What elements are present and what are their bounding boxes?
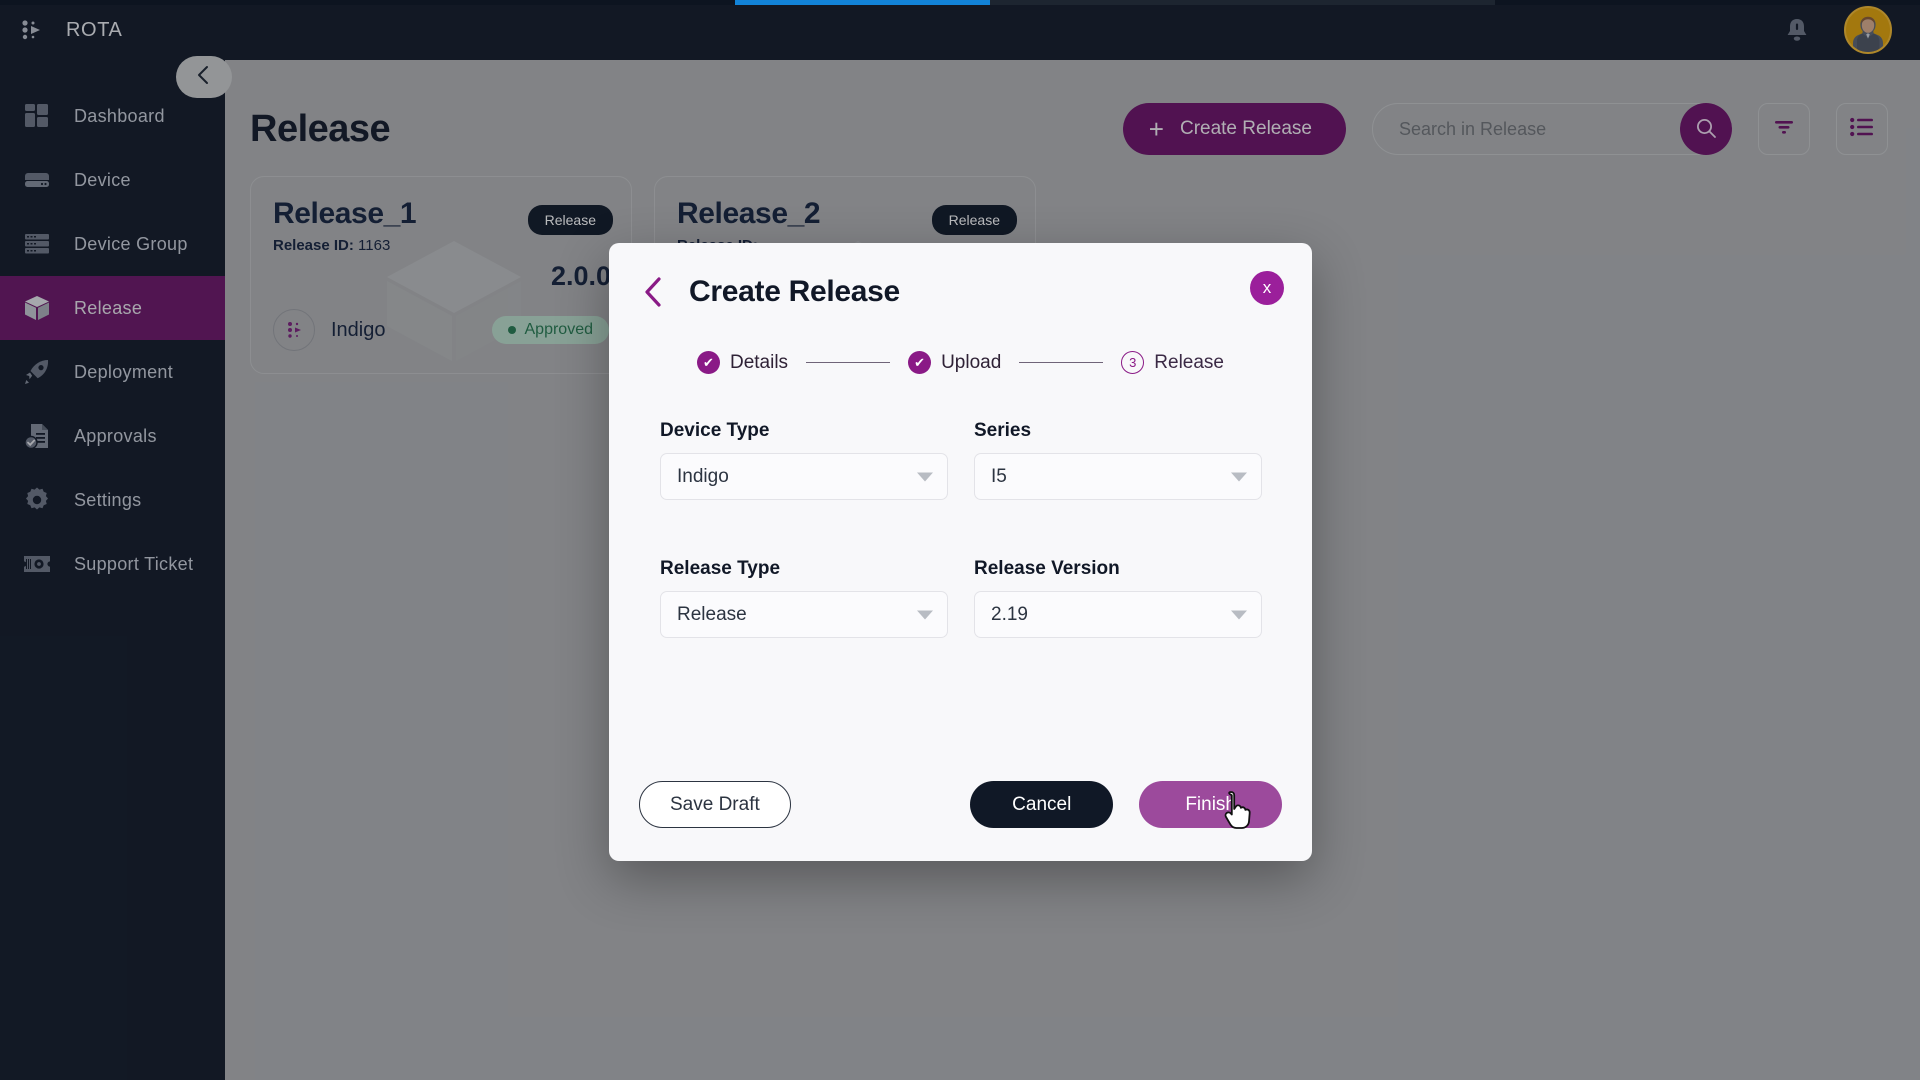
- save-draft-button[interactable]: Save Draft: [639, 781, 791, 828]
- step-marker-icon: 3: [1121, 351, 1144, 374]
- release-version-select[interactable]: 2.19: [974, 591, 1262, 638]
- release-type-value: Release: [677, 604, 747, 626]
- modal-back-button[interactable]: [639, 275, 669, 309]
- field-label: Release Version: [974, 558, 1262, 580]
- chevron-down-icon: [917, 610, 933, 619]
- loading-progress: [735, 0, 990, 5]
- field-label: Series: [974, 420, 1262, 442]
- field-series: Series I5: [974, 420, 1262, 500]
- finish-button[interactable]: Finish: [1139, 781, 1282, 828]
- step-label: Upload: [941, 352, 1001, 374]
- create-release-form: Device Type Indigo Series I5 Release Typ…: [609, 374, 1312, 638]
- step-release[interactable]: 3 Release: [1121, 351, 1224, 374]
- series-value: I5: [991, 466, 1007, 488]
- form-row-gap: [660, 512, 1262, 546]
- modal-header: Create Release x: [609, 243, 1312, 309]
- field-label: Release Type: [660, 558, 948, 580]
- chevron-down-icon: [1231, 472, 1247, 481]
- step-marker-icon: ✔: [908, 351, 931, 374]
- release-version-value: 2.19: [991, 604, 1028, 626]
- create-release-modal: Create Release x ✔ Details ✔ Upload 3 Re…: [609, 243, 1312, 861]
- field-release-version: Release Version 2.19: [974, 558, 1262, 638]
- app-root: ROTA: [0, 0, 1920, 1080]
- device-type-select[interactable]: Indigo: [660, 453, 948, 500]
- modal-stepper: ✔ Details ✔ Upload 3 Release: [609, 351, 1312, 374]
- modal-title: Create Release: [689, 275, 900, 309]
- step-details[interactable]: ✔ Details: [697, 351, 788, 374]
- step-upload[interactable]: ✔ Upload: [908, 351, 1001, 374]
- close-icon[interactable]: x: [1250, 271, 1284, 305]
- release-type-select[interactable]: Release: [660, 591, 948, 638]
- cancel-button[interactable]: Cancel: [970, 781, 1113, 828]
- step-connector: [1019, 362, 1103, 364]
- chevron-down-icon: [917, 472, 933, 481]
- step-label: Release: [1154, 352, 1224, 374]
- page-loading-bar: [0, 0, 1920, 5]
- field-label: Device Type: [660, 420, 948, 442]
- chevron-down-icon: [1231, 610, 1247, 619]
- step-label: Details: [730, 352, 788, 374]
- field-device-type: Device Type Indigo: [660, 420, 948, 500]
- modal-footer: Save Draft Cancel Finish: [609, 781, 1312, 828]
- step-connector: [806, 362, 890, 364]
- device-type-value: Indigo: [677, 466, 729, 488]
- series-select[interactable]: I5: [974, 453, 1262, 500]
- field-release-type: Release Type Release: [660, 558, 948, 638]
- step-marker-icon: ✔: [697, 351, 720, 374]
